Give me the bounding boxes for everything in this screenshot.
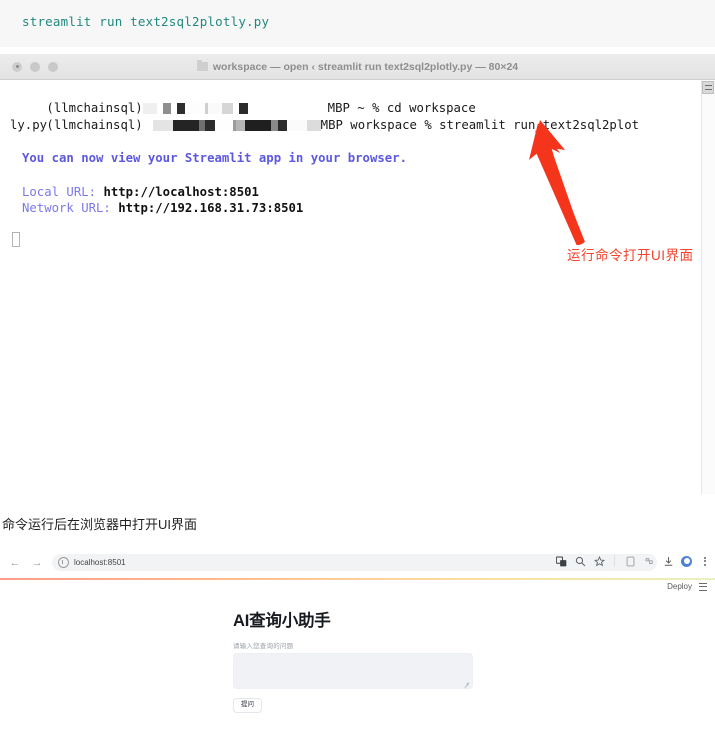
browser-toolbar: ← → ⟳ localhost:8501: [0, 549, 715, 576]
terminal-body[interactable]: (llmchainsql) MBP ~ % cd workspace (llmch…: [0, 80, 715, 494]
browser-window: ← → ⟳ localhost:8501: [0, 549, 715, 744]
submit-button[interactable]: 提问: [233, 698, 262, 713]
terminal-scrollbar[interactable]: [701, 80, 715, 494]
profile-avatar-icon[interactable]: [681, 555, 692, 567]
page-content: Deploy AI查询小助手 请输入您查询的问题 提问: [0, 580, 715, 744]
zoom-button[interactable]: [48, 61, 58, 72]
site-info-icon[interactable]: [58, 557, 69, 568]
page-title: AI查询小助手: [233, 612, 331, 630]
streamlit-header-actions: Deploy: [667, 582, 707, 591]
code-block: streamlit run text2sql2plotly.py: [0, 0, 715, 47]
terminal-title-bar: workspace — open ‹ streamlit run text2sq…: [0, 54, 715, 80]
toolbar-divider: [614, 555, 615, 567]
query-input-label: 请输入您查询的问题: [233, 643, 294, 650]
local-url-line: Local URL: http://localhost:8501: [22, 184, 259, 201]
code-command-text: streamlit run text2sql2plotly.py: [22, 14, 270, 29]
tab-search-icon[interactable]: [624, 555, 636, 567]
bookmark-star-icon[interactable]: [593, 555, 605, 567]
network-url-line: Network URL: http://192.168.31.73:8501: [22, 200, 303, 217]
streamlit-view-message: You can now view your Streamlit app in y…: [22, 151, 407, 165]
terminal-title: workspace — open ‹ streamlit run text2sq…: [212, 60, 519, 73]
streamlit-main-block: AI查询小助手 请输入您查询的问题 提问: [233, 607, 483, 713]
hamburger-menu-icon[interactable]: [699, 582, 707, 591]
translate-icon[interactable]: [555, 555, 567, 567]
toolbar-icon-group: [555, 555, 711, 567]
more-menu-icon[interactable]: [699, 555, 711, 567]
terminal-line-2-prefix: (llmchainsql): [46, 117, 143, 132]
terminal-window: workspace — open ‹ streamlit run text2sq…: [0, 54, 715, 494]
network-url-label: Network URL:: [22, 201, 119, 215]
folder-icon: [196, 60, 208, 71]
query-textarea[interactable]: [233, 653, 473, 689]
local-url-label: Local URL:: [22, 185, 104, 199]
search-icon[interactable]: [574, 555, 586, 567]
terminal-cursor: [12, 232, 20, 247]
resize-handle-icon[interactable]: [464, 681, 470, 687]
terminal-line-3: ly.py: [10, 118, 48, 132]
close-button[interactable]: [12, 61, 22, 72]
window-controls[interactable]: [12, 61, 58, 72]
download-icon[interactable]: [662, 555, 674, 567]
terminal-line-2-suffix: MBP workspace % streamlit run text2sql2p…: [320, 117, 640, 132]
extensions-icon[interactable]: [643, 555, 655, 567]
deploy-button[interactable]: Deploy: [667, 582, 692, 591]
network-url-value[interactable]: http://192.168.31.73:8501: [118, 201, 303, 215]
address-bar-url: localhost:8501: [74, 558, 126, 567]
section-caption: 命令运行后在浏览器中打开UI界面: [2, 517, 198, 532]
back-icon[interactable]: ←: [8, 556, 22, 570]
minimize-button[interactable]: [30, 61, 40, 72]
forward-icon[interactable]: →: [30, 556, 44, 570]
redacted-username-2: [142, 119, 321, 131]
scrollbar-menu-icon[interactable]: [702, 81, 714, 94]
red-annotation-text: 运行命令打开UI界面: [567, 248, 694, 263]
terminal-line-2: (llmchainsql) MBP workspace % streamlit r…: [2, 100, 639, 150]
local-url-value[interactable]: http://localhost:8501: [103, 185, 258, 199]
